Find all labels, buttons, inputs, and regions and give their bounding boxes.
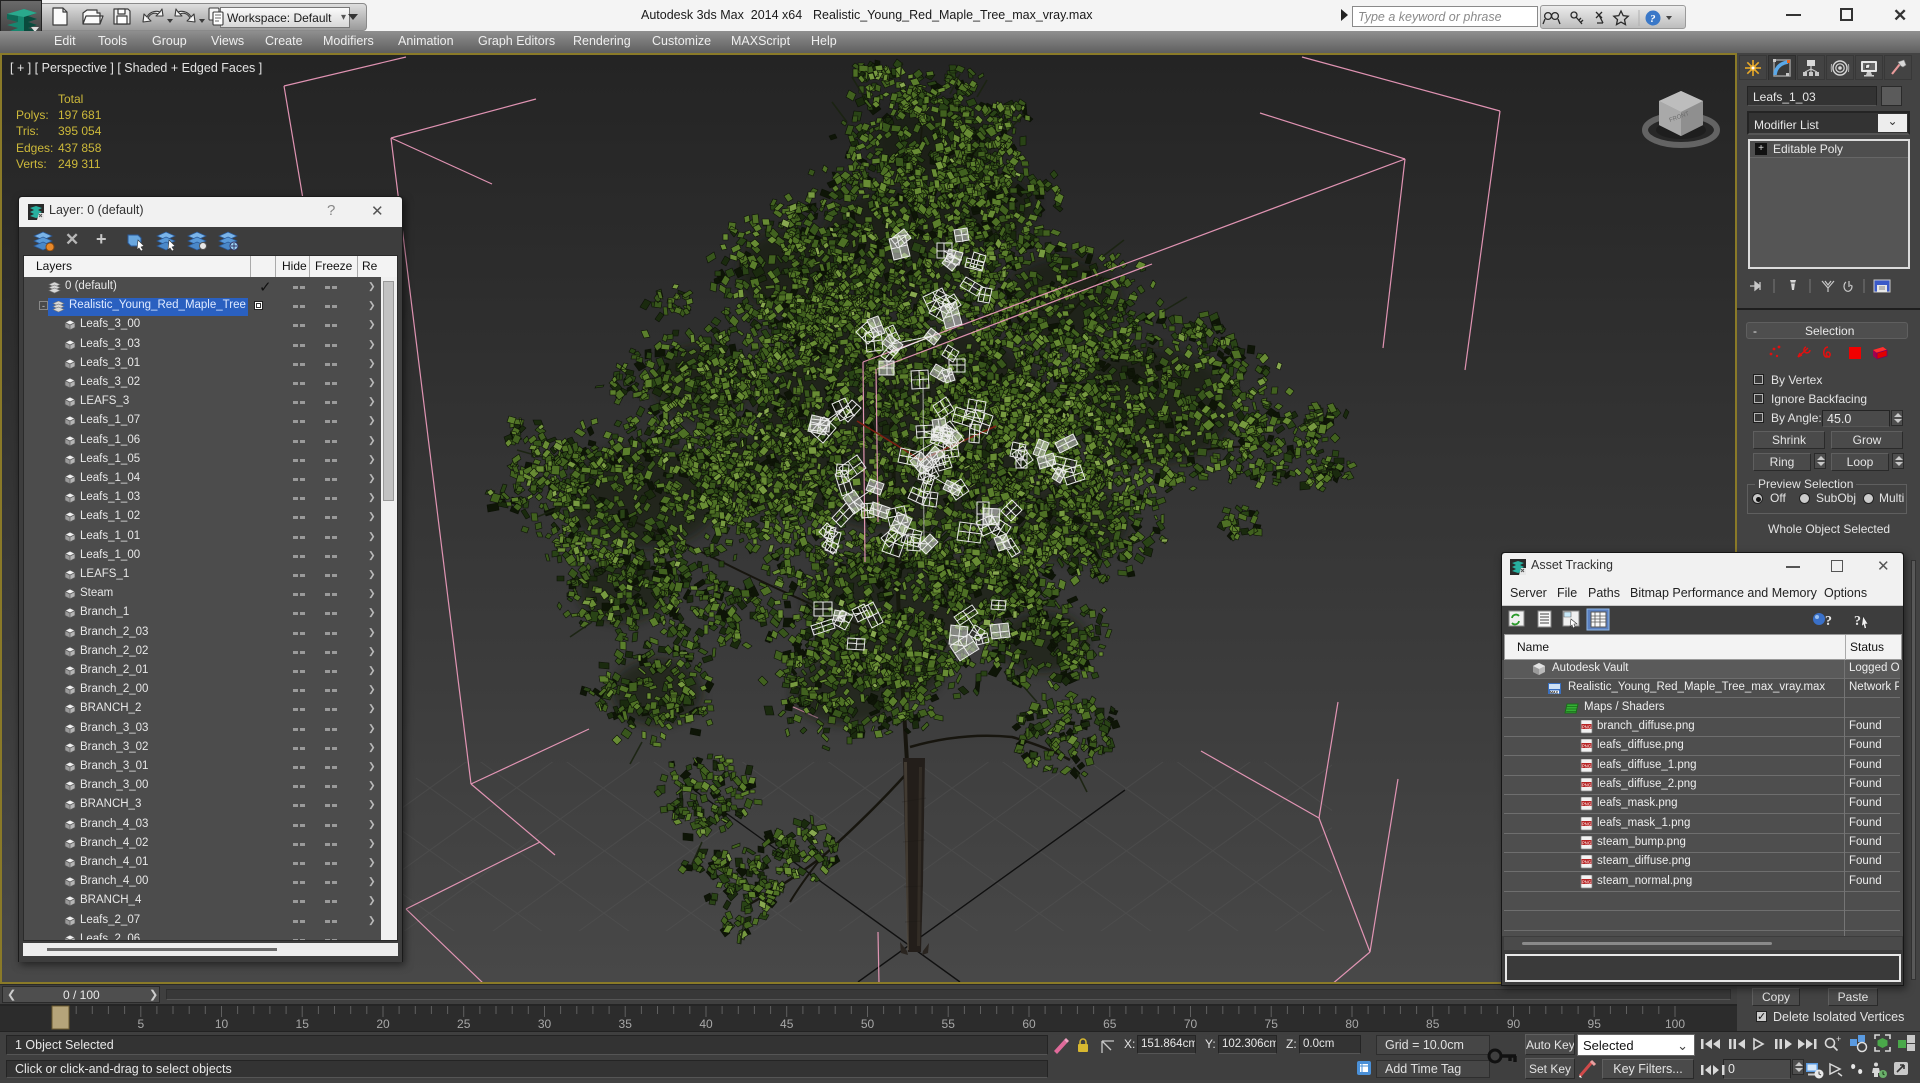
svg-text:PNG: PNG	[1582, 879, 1591, 884]
svg-text:?: ?	[1825, 614, 1832, 629]
svg-text:PNG: PNG	[1582, 743, 1591, 748]
svg-text:MAX: MAX	[1550, 691, 1559, 695]
svg-text:5: 5	[137, 1017, 144, 1031]
svg-text:?: ?	[1854, 614, 1861, 629]
svg-text:PNG: PNG	[1582, 859, 1591, 864]
svg-text:85: 85	[1426, 1017, 1440, 1031]
svg-text:?: ?	[1650, 13, 1656, 25]
svg-text:40: 40	[699, 1017, 713, 1031]
svg-text:60: 60	[1022, 1017, 1036, 1031]
svg-text:100: 100	[1665, 1017, 1685, 1031]
svg-text:PNG: PNG	[1582, 763, 1591, 768]
svg-text:65: 65	[1103, 1017, 1117, 1031]
svg-text:45: 45	[780, 1017, 794, 1031]
svg-text:PNG: PNG	[1582, 724, 1591, 729]
svg-text:90: 90	[1507, 1017, 1521, 1031]
svg-text:+: +	[1836, 1034, 1841, 1044]
svg-text:PNG: PNG	[1582, 840, 1591, 845]
svg-text:50: 50	[861, 1017, 875, 1031]
svg-text:75: 75	[1265, 1017, 1279, 1031]
svg-text:20: 20	[376, 1017, 390, 1031]
svg-text:PNG: PNG	[1582, 801, 1591, 806]
svg-text:35: 35	[619, 1017, 633, 1031]
svg-text:15: 15	[296, 1017, 310, 1031]
svg-text:10: 10	[215, 1017, 229, 1031]
svg-text:80: 80	[1345, 1017, 1359, 1031]
svg-text:30: 30	[538, 1017, 552, 1031]
svg-text:PNG: PNG	[1582, 821, 1591, 826]
svg-text:PNG: PNG	[1582, 782, 1591, 787]
svg-text:95: 95	[1588, 1017, 1602, 1031]
svg-text:25: 25	[457, 1017, 471, 1031]
svg-text:70: 70	[1184, 1017, 1198, 1031]
svg-text:55: 55	[942, 1017, 956, 1031]
